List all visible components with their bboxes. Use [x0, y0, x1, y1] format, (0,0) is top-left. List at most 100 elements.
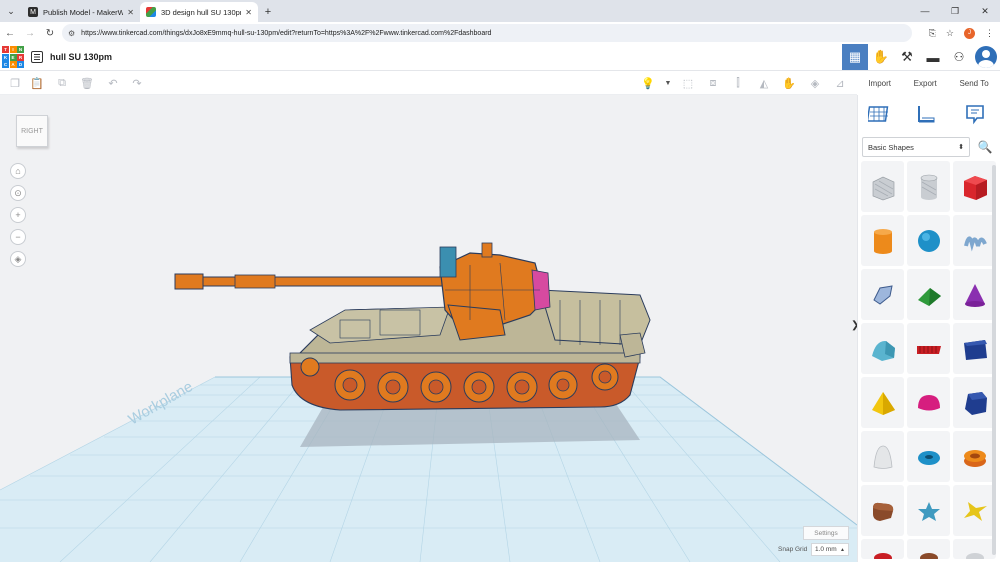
logo-letter: K — [2, 53, 9, 61]
shape-category-select[interactable]: Basic Shapes ⬍ — [862, 137, 970, 157]
tab-close-icon[interactable]: ✕ — [245, 8, 252, 17]
snap-grid-select[interactable]: 1.0 mm ▲ — [811, 543, 849, 556]
snap-grid-value: 1.0 mm — [815, 546, 837, 553]
fit-view-icon[interactable]: ⊙ — [10, 185, 26, 201]
logo-letter: R — [17, 53, 24, 61]
new-tab-icon[interactable]: + — [258, 2, 278, 22]
cruise-icon[interactable]: ✋ — [782, 76, 796, 90]
install-app-icon[interactable]: ⎘ — [929, 28, 936, 39]
shape-scribble[interactable] — [953, 215, 996, 266]
reload-icon[interactable]: ↻ — [40, 28, 60, 39]
delete-icon[interactable]: 🗑 — [80, 76, 94, 90]
tab-tinkercad[interactable]: 3D design hull SU 130pm - Tink ✕ — [140, 2, 258, 22]
add-user-icon[interactable]: ⚇ — [946, 44, 972, 70]
tinkercad-logo[interactable]: T I N K E R C A D — [2, 46, 24, 68]
shape-sphere[interactable] — [907, 215, 950, 266]
shape-half-sphere[interactable] — [907, 377, 950, 428]
scribble-icon — [963, 236, 987, 252]
bookmark-star-icon[interactable]: ☆ — [946, 28, 954, 39]
shape-roof[interactable] — [907, 269, 950, 320]
zoom-in-icon[interactable]: + — [10, 207, 26, 223]
shape-next-row[interactable] — [861, 539, 904, 559]
workplane-scene[interactable]: Workplane — [0, 95, 857, 562]
shape-polygon-prism[interactable] — [953, 377, 996, 428]
shape-next-row[interactable] — [907, 539, 950, 559]
chevron-down-icon[interactable]: ▼ — [661, 76, 675, 90]
polygon-prism-icon — [964, 391, 987, 415]
back-icon[interactable]: ← — [0, 28, 20, 39]
duplicate-icon[interactable]: ⧉ — [55, 76, 69, 90]
roof-icon — [917, 287, 941, 306]
export-button[interactable]: Export — [914, 79, 937, 88]
shape-star[interactable] — [907, 485, 950, 536]
shape-heart[interactable] — [861, 485, 904, 536]
edit-toolbar: ❐ 📋 ⧉ 🗑 ↶ ↷ 💡 ▼ ⬚ ⧈ ⫿ ◭ ✋ ◈ ⊿ — [0, 71, 857, 95]
close-window-icon[interactable]: ✕ — [970, 0, 1000, 22]
shape-next-row[interactable] — [953, 539, 996, 559]
undo-icon[interactable]: ↶ — [106, 76, 120, 90]
half-sphere-icon — [917, 394, 940, 410]
forward-icon[interactable]: → — [20, 28, 40, 39]
send-to-button[interactable]: Send To — [959, 79, 988, 88]
mirror-icon[interactable]: ◭ — [757, 76, 771, 90]
ruler-icon[interactable] — [915, 103, 937, 125]
shape-box-hole[interactable] — [861, 161, 904, 212]
workplane-grid-icon[interactable] — [868, 103, 890, 125]
shape-cylinder-hole[interactable] — [907, 161, 950, 212]
light-bulb-icon[interactable]: 💡 — [641, 76, 655, 90]
design-list-icon[interactable] — [31, 51, 43, 63]
align-icon[interactable]: ⫿ — [731, 76, 745, 90]
3d-view-grid-icon[interactable]: ▦ — [842, 44, 868, 70]
tab-makerworld[interactable]: M Publish Model - MakerWorld ✕ — [22, 2, 140, 22]
zoom-out-icon[interactable]: − — [10, 229, 26, 245]
panel-scrollbar[interactable] — [992, 165, 996, 555]
paste-icon[interactable]: 📋 — [30, 76, 44, 90]
blocks-hand-icon[interactable]: ✋ — [868, 44, 894, 70]
settings-button[interactable]: Settings — [803, 526, 849, 540]
tab-title: 3D design hull SU 130pm - Tink — [161, 7, 241, 17]
notes-icon[interactable] — [964, 103, 986, 125]
shape-round-roof[interactable] — [861, 323, 904, 374]
user-avatar[interactable] — [975, 46, 997, 68]
copy-icon[interactable]: ❐ — [8, 76, 22, 90]
redo-icon[interactable]: ↷ — [130, 76, 144, 90]
tab-close-icon[interactable]: ✕ — [127, 8, 134, 17]
profile-avatar[interactable]: J — [964, 27, 975, 39]
shape-box[interactable] — [953, 161, 996, 212]
minimize-icon[interactable]: — — [910, 0, 940, 22]
round-roof-icon — [871, 340, 895, 361]
shape-torus[interactable] — [907, 431, 950, 482]
home-view-icon[interactable]: ⌂ — [10, 163, 26, 179]
circuits-tools-icon[interactable]: ⚒ — [894, 44, 920, 70]
shape-tube[interactable] — [953, 431, 996, 482]
design-title[interactable]: hull SU 130pm — [50, 52, 112, 62]
ruler-icon[interactable]: ⊿ — [833, 76, 847, 90]
tube-icon — [963, 449, 986, 467]
maximize-icon[interactable]: ❐ — [940, 0, 970, 22]
shape-wedge[interactable] — [953, 323, 996, 374]
search-icon[interactable]: 🔍 — [974, 137, 996, 157]
shape-text[interactable] — [907, 323, 950, 374]
workplane-icon[interactable]: ◈ — [808, 76, 822, 90]
site-info-icon[interactable]: ⚙ — [68, 29, 75, 38]
view-cube[interactable]: RIGHT — [16, 115, 48, 147]
sim-lab-icon[interactable]: ▬ — [920, 44, 946, 70]
shape-category-value: Basic Shapes — [868, 142, 914, 152]
ungroup-icon[interactable]: ⧈ — [706, 76, 720, 90]
3d-workspace[interactable]: Workplane RIGHT ⌂ ⊙ + − ◈ Settings Snap … — [0, 95, 857, 562]
shape-preview-icon — [965, 553, 984, 559]
shape-icosahedron-star[interactable] — [953, 485, 996, 536]
shape-paraboloid[interactable] — [861, 431, 904, 482]
orthographic-view-icon[interactable]: ◈ — [10, 251, 26, 267]
logo-letter: A — [9, 61, 17, 68]
shape-pyramid[interactable] — [861, 377, 904, 428]
import-button[interactable]: Import — [868, 79, 891, 88]
url-input[interactable]: ⚙ https://www.tinkercad.com/things/dxJo8… — [62, 24, 912, 42]
tab-search-icon[interactable]: ⌄ — [0, 0, 22, 22]
shape-cylinder[interactable] — [861, 215, 904, 266]
group-icon[interactable]: ⬚ — [681, 76, 695, 90]
shape-polygon-hole[interactable] — [861, 269, 904, 320]
shape-cone[interactable] — [953, 269, 996, 320]
browser-menu-icon[interactable]: ⋮ — [985, 28, 994, 39]
text-icon — [916, 345, 941, 354]
